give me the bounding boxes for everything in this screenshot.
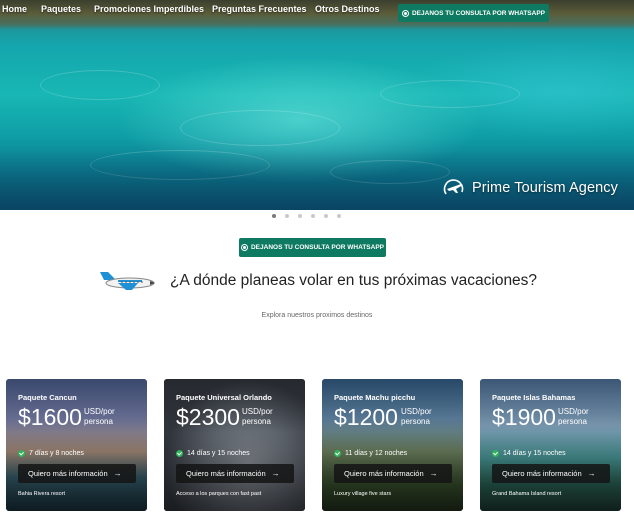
brand: Prime Tourism Agency [442, 176, 618, 200]
check-icon [492, 450, 499, 457]
arrow-right-icon: → [271, 469, 280, 478]
card-price-unit-line1: USD/por [242, 407, 273, 416]
whatsapp-header-button[interactable]: DEJANOS TU CONSULTA POR WHATSAPP [398, 4, 549, 22]
carousel-dot[interactable] [298, 214, 302, 218]
card-duration-text: 7 días y 8 noches [29, 450, 84, 457]
card-note: Acceso a los parques con fast past [176, 491, 262, 497]
nav-paquetes[interactable]: Paquetes [41, 4, 81, 14]
card-price-unit-line1: USD/por [401, 407, 432, 416]
nav-otros-destinos[interactable]: Otros Destinos [315, 4, 380, 14]
card-more-info-button[interactable]: Quiero más información → [334, 464, 452, 483]
arrow-right-icon: → [429, 469, 438, 478]
nav-promociones[interactable]: Promociones Imperdibles [94, 4, 204, 14]
card-price: $1900 [492, 404, 556, 430]
card-duration-text: 14 días y 15 noches [503, 450, 566, 457]
airplane-icon [98, 268, 156, 294]
whatsapp-main-button[interactable]: DEJANOS TU CONSULTA POR WHATSAPP [239, 238, 386, 257]
card-more-info-label: Quiero más información [344, 469, 424, 478]
whatsapp-main-label: DEJANOS TU CONSULTA POR WHATSAPP [250, 244, 384, 251]
whatsapp-header-label: DEJANOS TU CONSULTA POR WHATSAPP [411, 9, 545, 17]
card-more-info-label: Quiero más información [28, 469, 108, 478]
card-price-unit-line2: persona [558, 417, 587, 426]
check-icon [18, 450, 25, 457]
carousel-dot[interactable] [337, 214, 341, 218]
card-price-unit: USD/por persona [558, 407, 589, 427]
airplane-logo-icon [442, 176, 466, 200]
page-headline: ¿A dónde planeas volar en tus próximas v… [170, 272, 538, 289]
carousel-dot[interactable] [272, 214, 276, 218]
card-price-unit-line1: USD/por [84, 407, 115, 416]
card-title: Paquete Cancun [18, 393, 77, 402]
arrow-right-icon: → [587, 469, 596, 478]
card-more-info-label: Quiero más información [186, 469, 266, 478]
card-more-info-button[interactable]: Quiero más información → [18, 464, 136, 483]
package-card-cancun[interactable]: Paquete Cancun $1600 USD/por persona 7 d… [6, 379, 147, 511]
nav-home[interactable]: Home [2, 4, 27, 14]
water-ripple [180, 110, 340, 146]
card-price-unit: USD/por persona [242, 407, 273, 427]
card-price-unit-line2: persona [84, 417, 113, 426]
card-price: $1200 [334, 404, 398, 430]
water-ripple [40, 70, 160, 100]
package-card-machu-picchu[interactable]: Paquete Machu picchu $1200 USD/por perso… [322, 379, 463, 511]
card-price-unit: USD/por persona [84, 407, 115, 427]
card-title: Paquete Universal Orlando [176, 393, 272, 402]
card-more-info-label: Quiero más información [502, 469, 582, 478]
card-title: Paquete Machu picchu [334, 393, 416, 402]
card-more-info-button[interactable]: Quiero más información → [176, 464, 294, 483]
check-icon [334, 450, 341, 457]
carousel-indicators [272, 214, 341, 218]
card-title: Paquete Islas Bahamas [492, 393, 576, 402]
card-note: Luxury village five stars [334, 491, 392, 497]
card-price-unit-line2: persona [242, 417, 271, 426]
card-duration-text: 11 días y 12 noches [345, 450, 408, 457]
hero-banner: Home Paquetes Promociones Imperdibles Pr… [0, 0, 634, 210]
card-price-unit-line2: persona [401, 417, 430, 426]
card-duration: 7 días y 8 noches [18, 450, 84, 457]
package-card-orlando[interactable]: Paquete Universal Orlando $2300 USD/por … [164, 379, 305, 511]
card-price-unit-line1: USD/por [558, 407, 589, 416]
water-ripple [380, 80, 520, 108]
card-price: $1600 [18, 404, 82, 430]
package-card-bahamas[interactable]: Paquete Islas Bahamas $1900 USD/por pers… [480, 379, 621, 511]
card-duration-text: 14 días y 15 noches [187, 450, 250, 457]
whatsapp-icon [240, 244, 248, 251]
card-more-info-button[interactable]: Quiero más información → [492, 464, 610, 483]
card-duration: 14 días y 15 noches [492, 450, 566, 457]
arrow-right-icon: → [113, 469, 122, 478]
carousel-dot[interactable] [324, 214, 328, 218]
carousel-dot[interactable] [285, 214, 289, 218]
check-icon [176, 450, 183, 457]
card-price: $2300 [176, 404, 240, 430]
carousel-dot[interactable] [311, 214, 315, 218]
card-note: Grand Bahama Island resort [492, 491, 562, 497]
card-price-unit: USD/por persona [401, 407, 432, 427]
card-duration: 14 días y 15 noches [176, 450, 250, 457]
page-subtext: Explora nuestros proximos destinos [261, 312, 373, 319]
card-note: Bahia Rivera resort [18, 491, 66, 497]
whatsapp-icon [401, 9, 409, 17]
card-duration: 11 días y 12 noches [334, 450, 407, 457]
nav-preguntas[interactable]: Preguntas Frecuentes [212, 4, 307, 14]
brand-name: Prime Tourism Agency [472, 180, 618, 196]
headline-row: ¿A dónde planeas volar en tus próximas v… [98, 268, 537, 294]
